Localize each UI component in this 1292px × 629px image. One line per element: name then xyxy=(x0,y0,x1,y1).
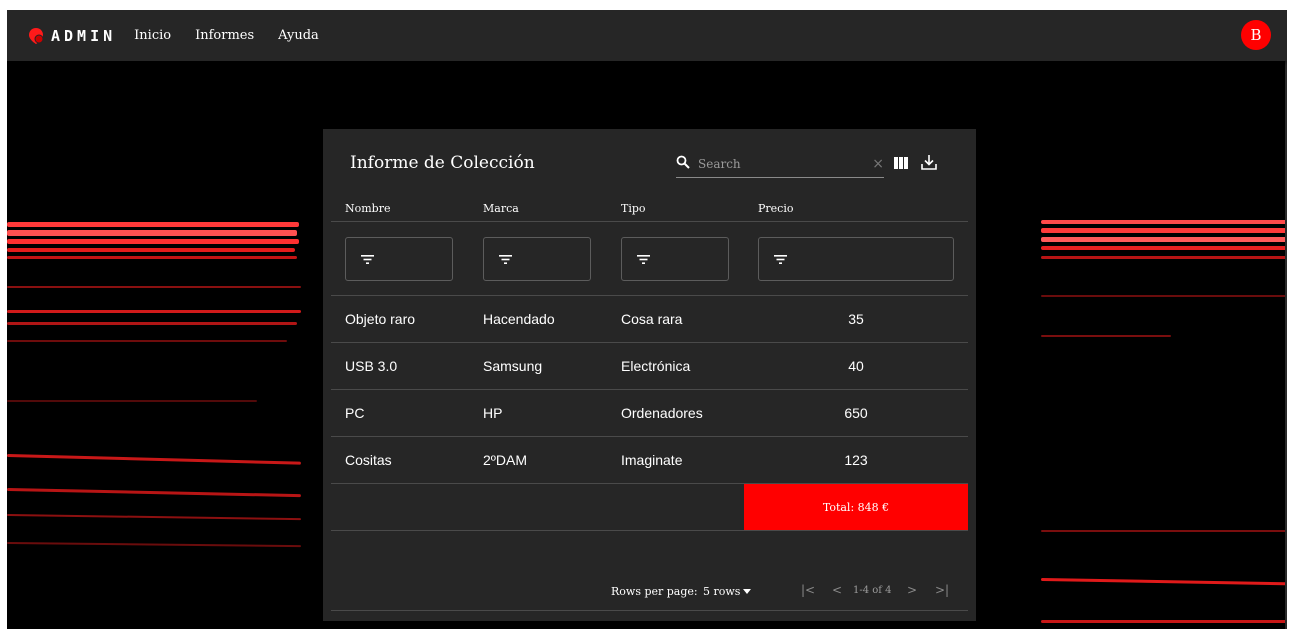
filter-icon xyxy=(637,254,650,264)
first-page-button[interactable]: |< xyxy=(801,583,815,597)
column-header-nombre[interactable]: Nombre xyxy=(331,195,469,222)
nav-informes[interactable]: Informes xyxy=(195,28,254,43)
divider xyxy=(331,610,968,611)
table-row[interactable]: USB 3.0 Samsung Electrónica 40 xyxy=(331,342,968,390)
filter-tipo[interactable] xyxy=(621,236,729,281)
search-input[interactable] xyxy=(698,155,848,173)
filter-cell-tipo xyxy=(607,221,744,296)
main-nav: Inicio Informes Ayuda xyxy=(134,28,343,43)
cell-nombre: Cositas xyxy=(331,436,469,484)
filter-icon xyxy=(499,254,512,264)
next-page-button[interactable]: > xyxy=(907,583,917,597)
page-frame: ADMIN Inicio Informes Ayuda B Informe de… xyxy=(7,10,1287,629)
logo[interactable]: ADMIN xyxy=(27,27,116,45)
clear-icon[interactable]: × xyxy=(872,157,884,171)
cell-precio: 35 xyxy=(744,295,968,343)
column-header-marca[interactable]: Marca xyxy=(469,195,607,222)
nav-inicio[interactable]: Inicio xyxy=(134,28,171,43)
top-app-bar: ADMIN Inicio Informes Ayuda B xyxy=(7,10,1287,61)
prev-page-button[interactable]: < xyxy=(832,583,842,597)
report-toolbar: Informe de Colección × xyxy=(323,129,976,195)
filter-icon xyxy=(361,254,374,264)
cell-nombre: USB 3.0 xyxy=(331,342,469,390)
report-card: Informe de Colección × xyxy=(323,129,976,621)
cell-marca: Hacendado xyxy=(469,295,607,343)
report-table: Nombre Marca Tipo Precio Objeto raro Hac… xyxy=(331,195,968,531)
download-icon[interactable] xyxy=(920,153,938,171)
scrollbar[interactable] xyxy=(1285,10,1287,629)
table-header-row: Nombre Marca Tipo Precio xyxy=(331,195,968,222)
filter-cell-nombre xyxy=(331,221,469,296)
rows-per-page-select[interactable]: 5 rows xyxy=(703,585,740,598)
total-row-spacer xyxy=(331,483,744,531)
table-row[interactable]: Cositas 2ºDAM Imaginate 123 xyxy=(331,436,968,484)
cell-tipo: Ordenadores xyxy=(607,389,744,437)
cell-nombre: PC xyxy=(331,389,469,437)
rows-per-page-label: Rows per page: xyxy=(611,585,698,598)
cell-marca: Samsung xyxy=(469,342,607,390)
filter-cell-marca xyxy=(469,221,607,296)
cell-nombre: Objeto raro xyxy=(331,295,469,343)
cell-tipo: Electrónica xyxy=(607,342,744,390)
filter-icon xyxy=(774,254,787,264)
brand-name: ADMIN xyxy=(51,26,117,45)
report-title: Informe de Colección xyxy=(350,153,535,173)
column-header-tipo[interactable]: Tipo xyxy=(607,195,744,222)
filter-marca[interactable] xyxy=(483,236,591,281)
table-row[interactable]: PC HP Ordenadores 650 xyxy=(331,389,968,437)
nav-ayuda[interactable]: Ayuda xyxy=(278,28,319,43)
filter-row xyxy=(331,221,968,296)
pagination: Rows per page: 5 rows |< < 1-4 of 4 > >| xyxy=(323,577,976,607)
dropdown-arrow-icon[interactable] xyxy=(743,589,751,594)
search-box: × xyxy=(676,155,884,178)
page-range: 1-4 of 4 xyxy=(853,585,892,596)
cell-tipo: Imaginate xyxy=(607,436,744,484)
last-page-button[interactable]: >| xyxy=(935,583,949,597)
filter-cell-precio xyxy=(744,221,968,296)
cell-precio: 40 xyxy=(744,342,968,390)
cell-precio: 123 xyxy=(744,436,968,484)
cell-tipo: Cosa rara xyxy=(607,295,744,343)
user-avatar[interactable]: B xyxy=(1241,20,1271,50)
column-header-precio[interactable]: Precio xyxy=(744,195,968,222)
table-row[interactable]: Objeto raro Hacendado Cosa rara 35 xyxy=(331,295,968,343)
cell-marca: 2ºDAM xyxy=(469,436,607,484)
filter-precio[interactable] xyxy=(758,236,954,281)
cell-marca: HP xyxy=(469,389,607,437)
total-cell: Total: 848 € xyxy=(744,483,968,531)
filter-nombre[interactable] xyxy=(345,236,453,281)
total-row: Total: 848 € xyxy=(331,483,968,531)
cell-precio: 650 xyxy=(744,389,968,437)
columns-icon[interactable] xyxy=(894,157,908,169)
search-icon xyxy=(676,155,690,169)
logo-icon xyxy=(29,27,44,44)
